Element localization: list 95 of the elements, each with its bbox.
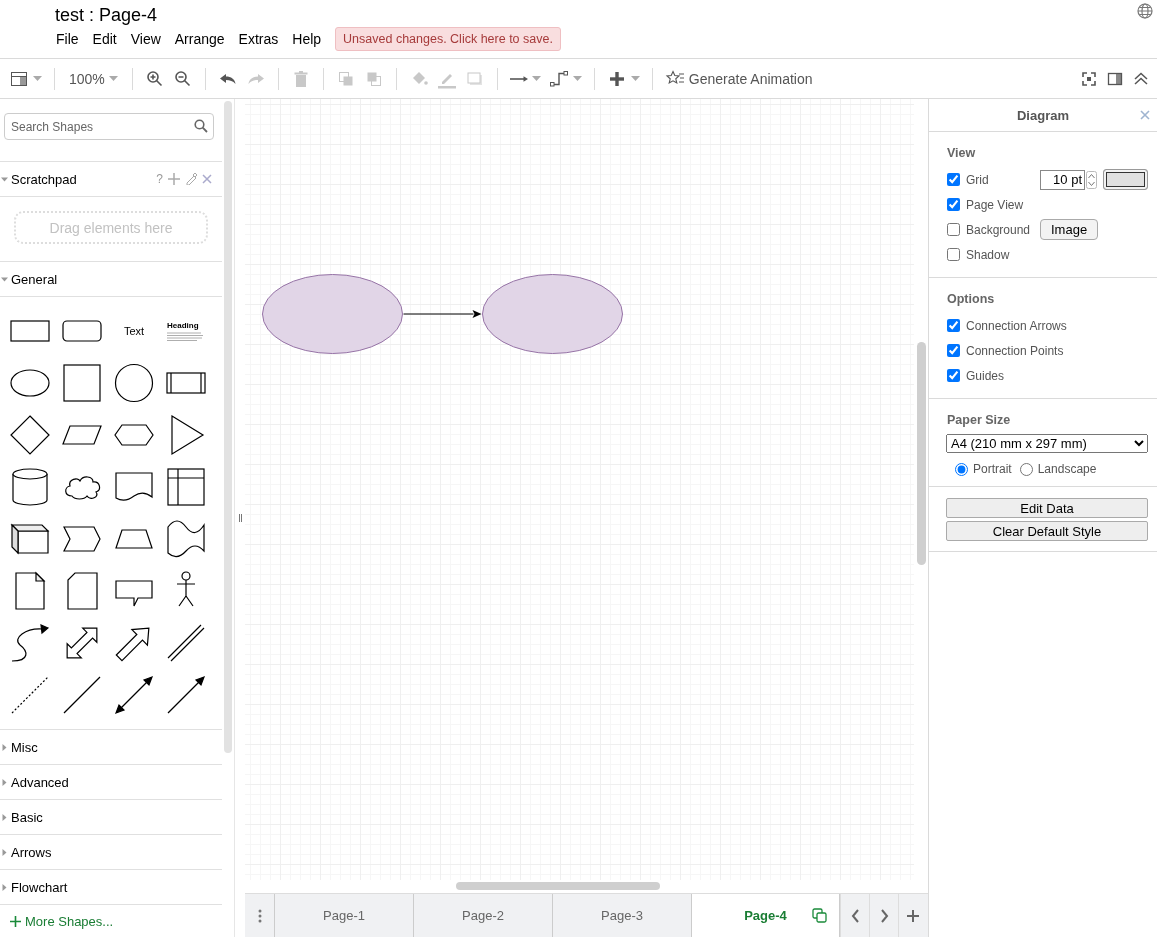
radio-button[interactable] xyxy=(1019,462,1033,476)
panel-button[interactable]: Edit Data xyxy=(946,498,1148,518)
section-title: Flowchart xyxy=(11,879,69,895)
caret-icon xyxy=(531,76,541,81)
checkbox[interactable] xyxy=(947,173,960,186)
generate-animation-button[interactable]: Generate Animation xyxy=(660,64,817,93)
checkbox-label: Background xyxy=(966,222,1031,237)
connector-arrow[interactable] xyxy=(403,310,482,318)
scrollbar-thumb[interactable] xyxy=(224,101,232,753)
collapse-caret-icon xyxy=(1,175,8,183)
page-tab[interactable]: Page-4 xyxy=(692,894,840,937)
grid-color-button[interactable] xyxy=(1103,169,1148,190)
section-title: Advanced xyxy=(11,774,70,790)
image-button[interactable]: Image xyxy=(1040,219,1099,240)
document-title: test : Page-4 xyxy=(55,5,158,27)
paper-size-dropdown[interactable]: A4 (210 mm x 297 mm) xyxy=(946,434,1148,453)
text-lines-icon xyxy=(167,331,203,342)
zoom-out-icon xyxy=(172,68,193,89)
internal-storage-shape-icon[interactable] xyxy=(164,465,208,509)
scrollbar-thumb[interactable] xyxy=(456,882,660,890)
section-header[interactable]: General xyxy=(0,262,222,297)
more-icon xyxy=(257,908,262,923)
two-way-arrow-shape-icon[interactable] xyxy=(112,673,156,717)
caret-icon xyxy=(108,76,118,81)
checkbox-label: Grid xyxy=(966,172,989,187)
plus-icon xyxy=(10,915,21,927)
circle-shape-icon[interactable] xyxy=(112,361,156,405)
section-title: View xyxy=(947,146,977,160)
menu-item[interactable]: Help xyxy=(285,28,329,50)
page-tab[interactable]: Page-1 xyxy=(275,894,414,937)
zoom-level-dropdown[interactable]: 100% xyxy=(63,64,124,93)
expand-caret-icon xyxy=(1,883,8,891)
page-tab[interactable]: Page-2 xyxy=(414,894,553,937)
section-title: Basic xyxy=(11,809,44,825)
section-header[interactable]: Arrows xyxy=(0,835,222,870)
caret-icon xyxy=(572,76,582,81)
radio-label: Portrait xyxy=(973,462,1012,476)
chevron-left-icon xyxy=(849,907,861,924)
checkbox[interactable] xyxy=(947,369,960,382)
expand-caret-icon xyxy=(1,743,8,751)
section-title: Arrows xyxy=(11,844,53,860)
checkbox-label: Connection Arrows xyxy=(966,318,1067,333)
panel-title: Diagram xyxy=(1017,107,1069,123)
ellipse-node[interactable] xyxy=(482,274,623,354)
caret-icon xyxy=(33,76,42,81)
search-field[interactable]: Search Shapes xyxy=(4,113,214,140)
menu-item[interactable]: Edit xyxy=(85,28,124,50)
section-title: Paper Size xyxy=(947,413,1012,427)
radio-button[interactable] xyxy=(955,462,968,476)
menu-item[interactable]: Extras xyxy=(231,28,286,50)
checkbox-label: Page View xyxy=(966,197,1024,212)
section-title: Options xyxy=(947,292,996,306)
arrow-right-icon xyxy=(509,75,528,82)
globe-icon[interactable] xyxy=(1137,3,1153,19)
menu-item[interactable]: Arrange xyxy=(167,28,232,50)
zoom-in-icon xyxy=(144,68,165,89)
plus-icon xyxy=(906,907,920,924)
section-title: Misc xyxy=(11,739,39,755)
section-title: Scratchpad xyxy=(11,171,78,187)
expand-caret-icon xyxy=(1,778,8,786)
section-header[interactable]: Misc xyxy=(0,730,222,765)
search-icon[interactable] xyxy=(194,119,208,133)
section-header[interactable]: Advanced xyxy=(0,765,222,800)
checkbox-label: Connection Points xyxy=(966,343,1064,358)
unsaved-changes-button[interactable]: Unsaved changes. Click here to save. xyxy=(335,27,561,51)
checkbox[interactable] xyxy=(947,198,960,211)
duplicate-page-icon[interactable] xyxy=(812,908,827,923)
grid-size-field[interactable]: 10 pt xyxy=(1040,169,1085,190)
heading-shape[interactable]: Heading xyxy=(167,320,205,342)
checkbox[interactable] xyxy=(947,319,960,332)
menu-item[interactable]: File xyxy=(55,28,86,50)
checkbox[interactable] xyxy=(947,248,960,261)
checkbox-label: Shadow xyxy=(966,247,1010,262)
checkbox[interactable] xyxy=(947,344,960,357)
chevron-right-icon xyxy=(878,907,890,924)
splitter-handle-icon[interactable] xyxy=(238,514,242,522)
radio-label: Landscape xyxy=(1037,462,1097,476)
collapse-caret-icon xyxy=(1,275,8,283)
checkbox[interactable] xyxy=(947,223,960,236)
section-header[interactable]: Basic xyxy=(0,800,222,835)
square-shape-icon[interactable] xyxy=(60,361,104,405)
scrollbar-thumb[interactable] xyxy=(917,342,926,565)
diamond-shape-icon[interactable] xyxy=(8,413,52,457)
checkbox-label: Guides xyxy=(966,368,1005,383)
caret-icon xyxy=(630,76,640,81)
drop-area: Drag elements here xyxy=(14,211,208,244)
panel-button[interactable]: Clear Default Style xyxy=(946,521,1148,541)
waypoint-icon xyxy=(548,68,569,89)
stepper-icon[interactable] xyxy=(1086,170,1097,189)
ellipse-node[interactable] xyxy=(262,274,403,354)
section-title: General xyxy=(11,271,59,287)
expand-caret-icon xyxy=(1,813,8,821)
menu-item[interactable]: View xyxy=(123,28,168,50)
text-shape[interactable]: Text xyxy=(123,325,145,337)
expand-caret-icon xyxy=(1,848,8,856)
